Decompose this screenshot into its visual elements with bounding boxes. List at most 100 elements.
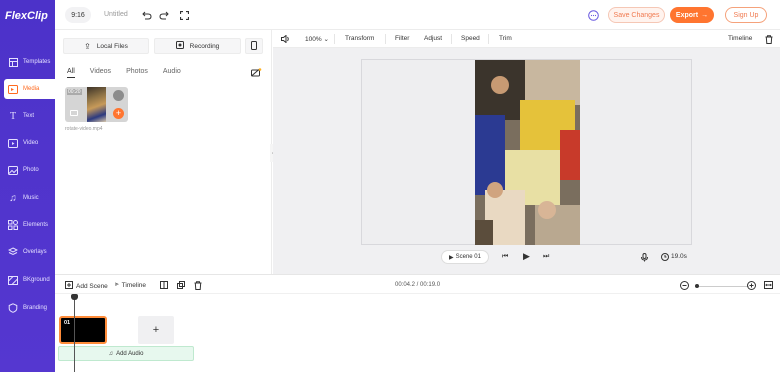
background-icon: [8, 275, 18, 285]
tab-all[interactable]: All: [67, 68, 75, 78]
zoom-value: 100%: [305, 36, 322, 43]
sidebar-item-elements[interactable]: Elements: [0, 215, 55, 235]
divider: [488, 34, 489, 44]
sidebar-item-overlays[interactable]: Overlays: [0, 242, 55, 262]
upload-icon: ⇪: [84, 41, 91, 51]
save-changes-button[interactable]: Save Changes: [608, 7, 665, 23]
media-item-duration: 00:20: [67, 89, 82, 95]
overlays-icon: [8, 247, 18, 257]
project-title[interactable]: Untitled: [104, 11, 128, 18]
previous-icon[interactable]: ⏮: [502, 253, 508, 261]
sidebar-item-branding[interactable]: Branding: [0, 298, 55, 318]
split-icon[interactable]: [160, 281, 168, 289]
fullscreen-icon[interactable]: [179, 10, 189, 20]
tab-videos[interactable]: Videos: [90, 68, 111, 78]
sidebar-item-text[interactable]: T Text: [0, 106, 55, 126]
undo-icon[interactable]: [142, 10, 152, 20]
media-tabs: All Videos Photos Audio: [67, 68, 196, 78]
zoom-out-icon[interactable]: [680, 281, 689, 290]
mobile-upload-button[interactable]: [245, 38, 263, 54]
sidebar-item-templates[interactable]: Templates: [0, 52, 55, 72]
sidebar-item-label: Templates: [23, 59, 51, 65]
video-canvas[interactable]: [361, 59, 692, 245]
speed-button[interactable]: Speed: [461, 35, 480, 42]
timeline-mode-button[interactable]: ⫸ Timeline: [115, 281, 146, 289]
sidebar-item-label: Text: [23, 113, 35, 119]
sidebar-item-media[interactable]: Media: [4, 79, 55, 99]
scene-clip[interactable]: 01: [59, 316, 107, 344]
play-icon[interactable]: ▶: [523, 251, 530, 262]
sidebar: FlexClip Templates Media T Text Video Ph…: [0, 0, 55, 372]
recording-button[interactable]: Recording: [154, 38, 241, 54]
elements-icon: [8, 220, 18, 230]
add-to-timeline-icon[interactable]: +: [113, 108, 124, 119]
sign-up-button[interactable]: Sign Up: [725, 7, 767, 23]
redo-icon[interactable]: [159, 10, 169, 20]
next-icon[interactable]: ⏭: [543, 253, 549, 261]
transform-button[interactable]: Transform: [345, 35, 374, 42]
media-item-thumbnail[interactable]: 00:20 +: [65, 87, 128, 122]
microphone-icon[interactable]: [641, 253, 648, 264]
volume-icon[interactable]: [281, 34, 290, 45]
zoom-slider-track[interactable]: [695, 286, 749, 287]
tab-photos[interactable]: Photos: [126, 68, 148, 78]
sidebar-item-label: Overlays: [23, 249, 47, 255]
recording-label: Recording: [189, 42, 220, 50]
trim-button[interactable]: Trim: [499, 35, 512, 42]
help-chat-icon[interactable]: [588, 10, 599, 21]
zoom-in-icon[interactable]: [747, 281, 756, 290]
fit-timeline-icon[interactable]: [764, 281, 773, 289]
delete-icon[interactable]: [113, 90, 124, 101]
zoom-slider-handle[interactable]: [695, 284, 699, 288]
hide-used-icon[interactable]: [251, 68, 262, 77]
caption-icon: [70, 110, 78, 116]
tab-audio[interactable]: Audio: [163, 68, 181, 78]
sidebar-item-photo[interactable]: Photo: [0, 160, 55, 180]
sidebar-item-background[interactable]: BKground: [0, 270, 55, 290]
sidebar-item-label: Media: [23, 86, 40, 92]
playhead-handle[interactable]: [71, 294, 78, 300]
music-note-icon: ♫: [108, 350, 114, 357]
adjust-button[interactable]: Adjust: [424, 35, 442, 42]
timeline-time: 00:04.2 / 00:19.0: [395, 282, 441, 288]
templates-icon: [8, 57, 18, 67]
add-audio-button[interactable]: ♫ Add Audio: [58, 346, 194, 361]
video-icon: [8, 138, 18, 148]
sidebar-item-label: Music: [23, 195, 39, 201]
delete-scene-icon[interactable]: [194, 281, 202, 290]
chevron-down-icon: ⌄: [323, 36, 329, 43]
music-icon: ♫: [9, 192, 17, 204]
trash-icon[interactable]: [765, 35, 773, 46]
arrow-right-icon: →: [701, 11, 709, 19]
total-duration: 19.0s: [671, 253, 687, 260]
aspect-ratio-button[interactable]: 9:16: [65, 7, 91, 23]
media-icon: [8, 84, 18, 94]
scene-button[interactable]: ▶ Scene 01: [441, 250, 489, 264]
clock-icon: [661, 253, 669, 263]
local-files-button[interactable]: ⇪ Local Files: [63, 38, 149, 54]
flexclip-logo[interactable]: FlexClip: [5, 9, 51, 23]
play-small-icon: ▶: [449, 254, 454, 261]
preview-area: 100% ⌄ Transform Filter Adjust Speed Tri…: [273, 30, 780, 274]
add-scene-plus-button[interactable]: +: [138, 316, 174, 344]
playhead-line[interactable]: [74, 295, 75, 372]
text-icon: T: [9, 110, 17, 122]
timeline-icon: ⫸: [115, 281, 119, 288]
top-bar: 9:16 Untitled Save Changes Export → Sign…: [55, 0, 780, 30]
sidebar-item-music[interactable]: ♫ Music: [0, 188, 55, 208]
scene-number: 01: [64, 320, 71, 326]
filter-button[interactable]: Filter: [395, 35, 409, 42]
phone-icon: [251, 40, 257, 52]
timeline-ruler: [55, 293, 780, 294]
video-frame[interactable]: [475, 60, 580, 245]
zoom-select[interactable]: 100% ⌄: [305, 35, 329, 43]
add-scene-button[interactable]: Add Scene: [65, 281, 108, 291]
timeline-label: Timeline: [121, 281, 146, 289]
preview-toolbar: 100% ⌄ Transform Filter Adjust Speed Tri…: [273, 30, 780, 48]
record-icon: [175, 41, 184, 51]
sidebar-item-video[interactable]: Video: [0, 133, 55, 153]
timeline-toggle-button[interactable]: Timeline: [728, 35, 752, 42]
logo-text: FlexClip: [5, 10, 48, 22]
duplicate-icon[interactable]: [177, 281, 185, 289]
export-button[interactable]: Export →: [670, 7, 714, 23]
